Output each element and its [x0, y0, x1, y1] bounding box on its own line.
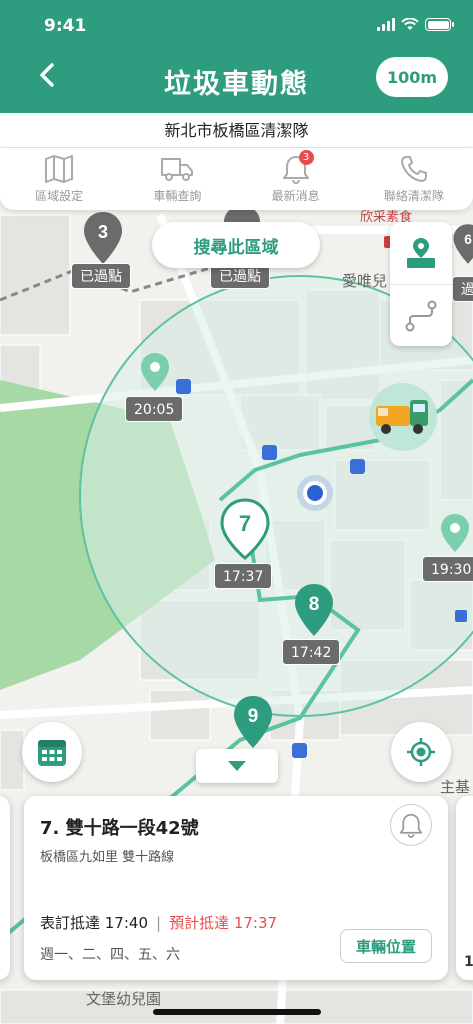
tab-label: 最新消息: [271, 189, 320, 203]
stop-label-8: 17:42: [282, 639, 341, 665]
service-days: 週一、二、四、五、六: [40, 947, 180, 963]
svg-text:8: 8: [309, 594, 320, 615]
bell-icon: [399, 813, 423, 838]
stop-pin-6[interactable]: 6: [452, 216, 473, 272]
status-time: 9:41: [44, 16, 87, 36]
triangle-down-icon: [228, 761, 246, 771]
signal-icon: [377, 18, 395, 31]
garbage-truck-icon[interactable]: [368, 382, 438, 452]
stop-label-1930: 19:30: [422, 556, 473, 582]
collapse-panel-button[interactable]: [196, 749, 278, 783]
battery-icon: [425, 18, 454, 31]
stop-area: 板橋區九如里 雙十路線: [40, 850, 175, 865]
tab-news[interactable]: 3 最新消息: [237, 148, 355, 210]
stop-label-3: 已過點: [71, 263, 131, 289]
place-label-main: 主基: [440, 778, 471, 796]
tab-bar: 區域設定 車輛查詢 3 最新消息 聯絡清潔隊: [0, 148, 473, 210]
user-location-icon: [297, 475, 333, 511]
place-label-aiwei: 愛唯兒: [342, 272, 388, 290]
tab-vehicle-search[interactable]: 車輛查詢: [118, 148, 236, 210]
next-card-fragment: 1: [464, 954, 473, 970]
estimated-arrival: 預計抵達 17:37: [169, 914, 278, 932]
stop-pin-8[interactable]: 8: [293, 582, 335, 638]
truck-icon: [161, 158, 194, 181]
stop-pin-1930[interactable]: [440, 513, 470, 553]
next-stop-card[interactable]: 1: [456, 796, 473, 980]
tab-label: 區域設定: [35, 189, 84, 203]
vehicle-location-button[interactable]: 車輛位置: [340, 929, 432, 963]
prev-stop-card[interactable]: [0, 796, 10, 980]
stop-pin-9[interactable]: 9: [232, 694, 274, 750]
location-pin-icon: [407, 238, 435, 268]
map-icon: [45, 155, 74, 183]
tab-label: 聯絡清潔隊: [383, 189, 444, 203]
notify-button[interactable]: [390, 804, 432, 846]
route-icon: [405, 300, 437, 331]
stops-mode-button[interactable]: [390, 222, 452, 284]
tab-label: 車輛查詢: [153, 189, 202, 203]
stop-pin-7-selected[interactable]: 7: [219, 497, 271, 561]
stop-pin-3[interactable]: 3: [82, 210, 124, 266]
map-mode-toggle: [390, 222, 452, 346]
stop-label-2005: 20:05: [125, 396, 184, 422]
locate-me-button[interactable]: [391, 722, 451, 782]
search-this-area-button[interactable]: 搜尋此區域: [152, 222, 320, 268]
svg-text:9: 9: [248, 706, 259, 727]
stop-label-7: 17:37: [214, 563, 273, 589]
range-button[interactable]: 100m: [376, 57, 448, 97]
scheduled-arrival: 表訂抵達 17:40: [40, 914, 148, 932]
wifi-icon: [401, 18, 419, 30]
stop-pin-2005[interactable]: [140, 352, 170, 392]
stop-detail-card[interactable]: 7. 雙十路一段42號 板橋區九如里 雙十路線 表訂抵達 17:40 | 預計抵達 …: [24, 796, 448, 980]
crosshair-icon: [407, 738, 435, 766]
tab-area-settings[interactable]: 區域設定: [0, 148, 118, 210]
home-indicator: [153, 1009, 321, 1015]
stop-label-6: 過: [452, 276, 473, 302]
svg-text:7: 7: [239, 511, 251, 536]
app-header: 9:41 垃圾車動態 100m: [0, 0, 473, 113]
route-mode-button[interactable]: [390, 284, 452, 346]
tab-contact[interactable]: 聯絡清潔隊: [355, 148, 473, 210]
status-icons: [377, 18, 454, 31]
svg-text:3: 3: [98, 222, 108, 242]
arrival-schedule: 表訂抵達 17:40 | 預計抵達 17:37: [40, 912, 277, 933]
team-name: 新北市板橋區清潔隊: [0, 113, 473, 148]
news-badge: 3: [298, 150, 314, 165]
schedule-separator: |: [156, 914, 162, 932]
phone-icon: [400, 156, 427, 182]
place-label-kindergarten: 文堡幼兒園: [86, 990, 162, 1008]
calendar-button[interactable]: [22, 722, 82, 782]
svg-text:6: 6: [464, 232, 472, 247]
calendar-icon: [38, 740, 66, 766]
stop-address: 7. 雙十路一段42號: [40, 818, 199, 839]
